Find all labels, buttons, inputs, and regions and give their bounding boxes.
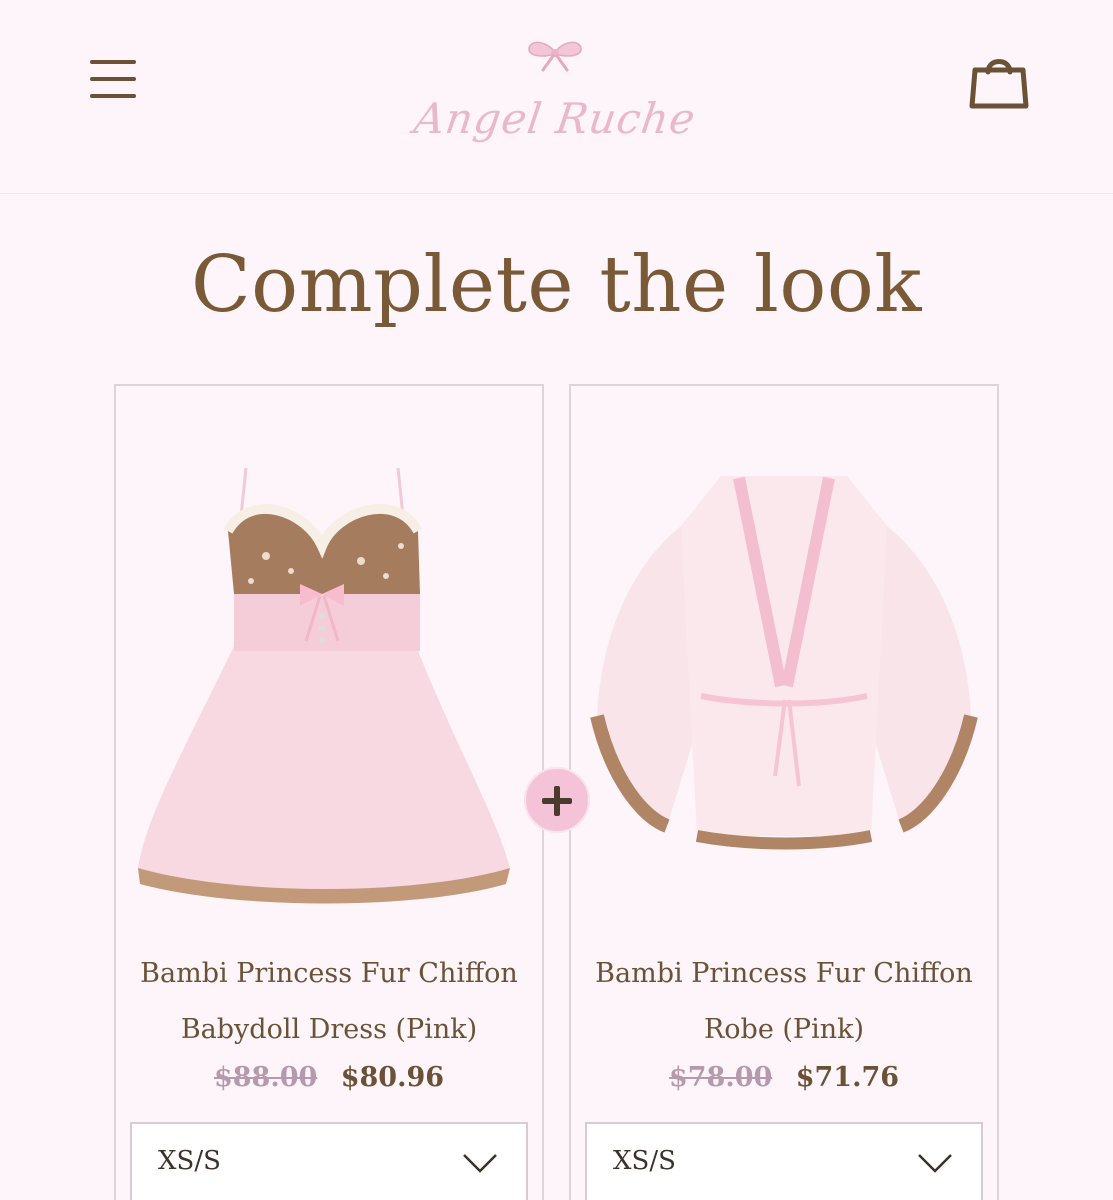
product-name-line1: Bambi Princess Fur Chiffon <box>140 958 518 989</box>
original-price: $78.00 <box>668 1062 773 1093</box>
size-select[interactable]: XS/S <box>130 1122 528 1200</box>
chevron-down-icon <box>463 1154 497 1173</box>
sale-price: $80.96 <box>340 1062 445 1093</box>
price-row: $78.00 $71.76 <box>569 1062 999 1093</box>
product-name-line2: Babydoll Dress (Pink) <box>180 1014 478 1045</box>
size-select[interactable]: XS/S <box>585 1122 983 1200</box>
product-name-line2: Robe (Pink) <box>703 1014 865 1045</box>
bow-icon <box>528 41 582 72</box>
sale-price: $71.76 <box>795 1062 900 1093</box>
page: Angel Ruche Complete the look Bambi Prin… <box>0 0 1113 1200</box>
size-value: XS/S <box>613 1146 676 1176</box>
shopping-bag-icon[interactable] <box>966 48 1032 114</box>
original-price: $88.00 <box>213 1062 318 1093</box>
hamburger-menu-icon[interactable] <box>88 58 140 102</box>
product-name-line1: Bambi Princess Fur Chiffon <box>595 958 973 989</box>
chevron-down-icon <box>918 1154 952 1173</box>
price-row: $88.00 $80.96 <box>114 1062 544 1093</box>
product-image-robe[interactable] <box>571 416 997 936</box>
brand-name: Angel Ruche <box>411 94 699 143</box>
product-name[interactable]: Bambi Princess Fur Chiffon Robe (Pink) <box>569 946 999 1058</box>
site-header: Angel Ruche <box>0 0 1113 194</box>
size-value: XS/S <box>158 1146 221 1176</box>
plus-icon[interactable] <box>524 767 590 833</box>
product-name[interactable]: Bambi Princess Fur Chiffon Babydoll Dres… <box>114 946 544 1058</box>
brand-logo[interactable]: Angel Ruche <box>380 34 730 144</box>
product-image-babydoll-dress[interactable] <box>116 416 542 936</box>
section-title: Complete the look <box>190 240 923 330</box>
